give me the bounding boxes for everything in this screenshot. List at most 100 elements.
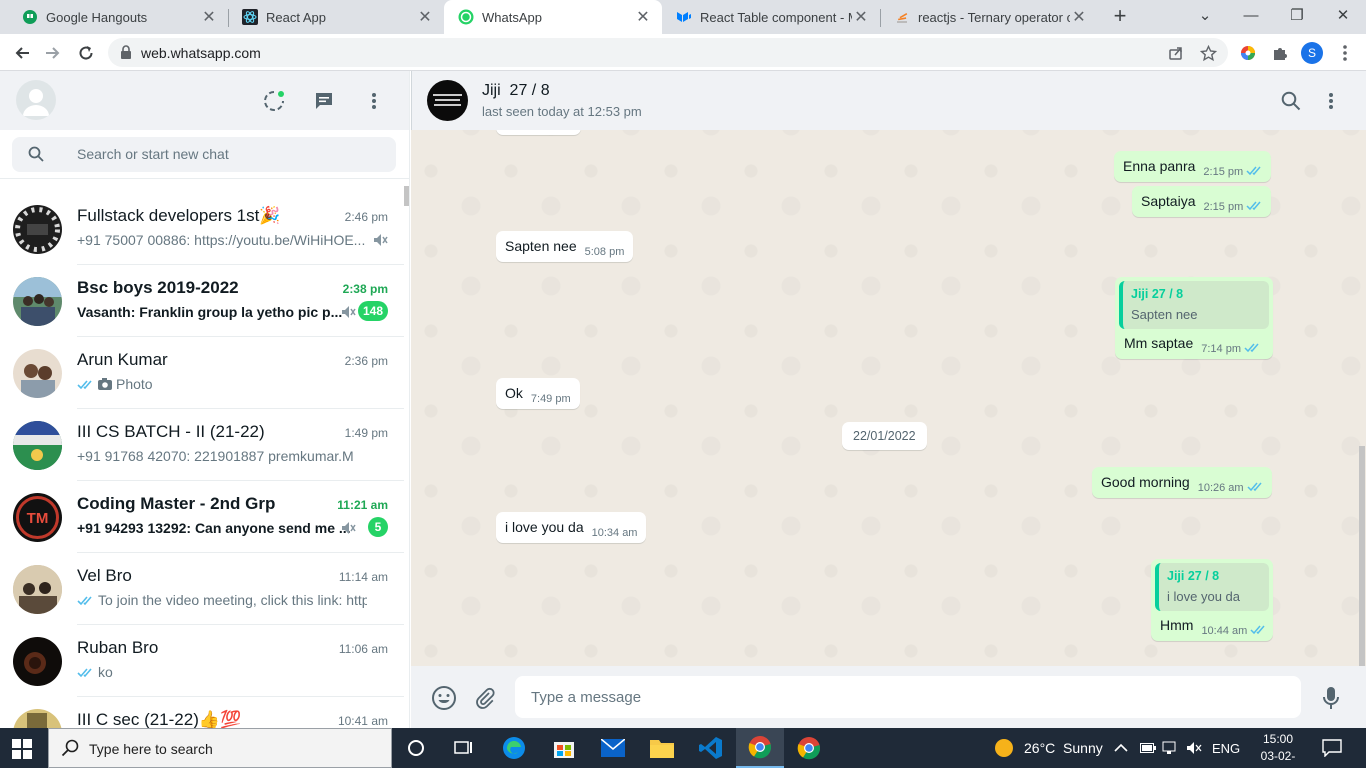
weather-widget[interactable]: 26°C Sunny — [994, 728, 1103, 768]
system-clock[interactable]: 15:00 03-02-2022 — [1250, 731, 1306, 782]
chat-item-fullstack-developers[interactable]: Fullstack developers 1st🎉 2:46 pm +91 75… — [0, 193, 404, 265]
my-profile-avatar[interactable] — [16, 80, 56, 120]
emoji-icon[interactable] — [430, 684, 458, 712]
message-bubble-incoming: i love you da 10:34 am — [496, 512, 647, 543]
network-icon[interactable] — [1162, 728, 1178, 768]
vscode-icon[interactable] — [687, 728, 735, 768]
search-placeholder: Search or start new chat — [77, 146, 229, 162]
microphone-icon[interactable] — [1317, 684, 1345, 712]
language-indicator[interactable]: ENG — [1212, 728, 1240, 768]
close-tab-icon[interactable]: ✕ — [852, 7, 870, 27]
close-tab-icon[interactable]: ✕ — [416, 7, 434, 27]
lock-icon[interactable] — [120, 45, 132, 64]
reload-button[interactable] — [73, 40, 99, 66]
tab-google-hangouts[interactable]: Google Hangouts ✕ — [8, 0, 228, 34]
search-icon[interactable] — [28, 146, 44, 167]
chat-time: 11:14 am — [338, 570, 388, 584]
profile-avatar[interactable]: S — [1301, 42, 1323, 64]
task-view-icon[interactable] — [440, 728, 488, 768]
chat-name: Vel Bro — [77, 566, 132, 585]
whatsapp-icon — [458, 9, 474, 25]
windows-start-icon[interactable] — [12, 739, 32, 764]
message-time: 10:26 am — [1197, 482, 1244, 494]
avatar — [13, 565, 62, 614]
chat-item-coding-master[interactable]: TM Coding Master - 2nd Grp 11:21 am +91 … — [0, 481, 404, 553]
chrome-profile-taskbar-icon[interactable] — [785, 728, 833, 768]
conversation-scrollbar[interactable] — [1359, 446, 1365, 666]
cortana-icon[interactable] — [392, 728, 440, 768]
close-tab-icon[interactable]: ✕ — [1070, 7, 1088, 27]
restore-button[interactable]: ❐ — [1274, 0, 1320, 34]
search-messages-icon[interactable] — [1278, 88, 1304, 114]
message-bubble-incoming: Sapten nee 5:08 pm — [496, 231, 634, 262]
chat-time: 2:46 pm — [344, 210, 388, 224]
chat-item-iii-cs-batch[interactable]: III CS BATCH - II (21-22) 1:49 pm +91 91… — [0, 409, 404, 481]
chrome-taskbar-icon[interactable] — [736, 728, 784, 768]
message-input[interactable]: Type a message — [515, 676, 1301, 718]
tab-react-table-mui[interactable]: React Table component - MUI ✕ — [662, 0, 880, 34]
chat-item-bsc-boys[interactable]: Bsc boys 2019-2022 2:38 pm Vasanth: Fran… — [0, 265, 404, 337]
chat-item-iii-c-sec[interactable]: III C sec (21-22)👍💯 10:41 am — [0, 697, 404, 728]
search-bar: Search or start new chat — [0, 130, 409, 179]
message-bubble-outgoing-reply: Jiji 27 / 8 Sapten nee Mm saptae 7:14 pm — [1115, 277, 1273, 359]
browser-tab-strip: Google Hangouts ✕ React App ✕ WhatsApp ✕… — [0, 0, 1366, 34]
quoted-message[interactable]: Jiji 27 / 8 i love you da — [1155, 563, 1269, 611]
search-icon — [61, 739, 79, 762]
share-icon[interactable] — [1165, 42, 1187, 64]
notifications-icon[interactable] — [1322, 728, 1342, 768]
close-window-button[interactable]: ✕ — [1320, 0, 1366, 34]
chat-item-vel-bro[interactable]: Vel Bro 11:14 am To join the video meeti… — [0, 553, 404, 625]
address-bar[interactable]: web.whatsapp.com — [108, 38, 1228, 67]
chrome-menu-icon[interactable] — [1334, 42, 1356, 64]
conversation-header[interactable]: Jiji 27 / 8 last seen today at 12:53 pm — [411, 71, 1366, 130]
conversation-menu-icon[interactable] — [1318, 88, 1344, 114]
contact-avatar[interactable] — [427, 80, 468, 121]
chat-item-ruban-bro[interactable]: Ruban Bro 11:06 am ko — [0, 625, 404, 697]
close-tab-icon[interactable]: ✕ — [634, 7, 652, 27]
message-text: Mm saptae — [1124, 335, 1194, 351]
tab-search-chevron-icon[interactable]: ⌄ — [1182, 0, 1228, 34]
tab-react-app[interactable]: React App ✕ — [228, 0, 444, 34]
read-ticks-icon — [77, 379, 95, 390]
close-tab-icon[interactable]: ✕ — [200, 7, 218, 27]
chat-item-arun-kumar[interactable]: Arun Kumar 2:36 pm Photo — [0, 337, 404, 409]
color-extension-icon[interactable] — [1237, 42, 1259, 64]
edge-icon[interactable] — [490, 728, 538, 768]
menu-icon[interactable] — [361, 88, 387, 114]
message-text: Saptaiya — [1141, 193, 1196, 209]
bookmark-star-icon[interactable] — [1197, 42, 1219, 64]
minimize-button[interactable]: — — [1228, 0, 1274, 34]
battery-icon[interactable] — [1140, 728, 1156, 768]
extensions-puzzle-icon[interactable] — [1269, 42, 1291, 64]
quoted-text: i love you da — [1167, 589, 1240, 604]
tab-stackoverflow[interactable]: reactjs - Ternary operator on ✕ — [880, 0, 1098, 34]
volume-muted-icon[interactable] — [1186, 728, 1202, 768]
unread-badge: 148 — [357, 301, 388, 321]
new-chat-icon[interactable] — [311, 88, 337, 114]
microsoft-store-icon[interactable] — [540, 728, 588, 768]
taskbar-search-box[interactable]: Type here to search — [48, 728, 392, 768]
new-tab-button[interactable]: + — [1108, 4, 1132, 30]
chat-preview-row: Photo — [77, 376, 367, 392]
forward-button[interactable] — [40, 40, 66, 66]
quoted-message[interactable]: Jiji 27 / 8 Sapten nee — [1119, 281, 1269, 329]
message-bubble-outgoing-reply: Jiji 27 / 8 i love you da Hmm 10:44 am — [1151, 559, 1273, 641]
avatar — [13, 205, 62, 254]
mail-icon[interactable] — [589, 728, 637, 768]
chat-list-scrollbar[interactable] — [404, 186, 409, 206]
back-button[interactable] — [9, 40, 35, 66]
status-icon[interactable] — [261, 88, 287, 114]
chat-preview: Vasanth: Franklin group la yetho pic p..… — [77, 304, 343, 320]
search-input[interactable]: Search or start new chat — [12, 137, 396, 172]
tab-whatsapp[interactable]: WhatsApp ✕ — [444, 0, 662, 34]
tab-title: reactjs - Ternary operator on — [918, 9, 1070, 25]
tab-title: WhatsApp — [482, 9, 542, 25]
show-hidden-icons-chevron-icon[interactable] — [1114, 728, 1128, 768]
attach-paperclip-icon[interactable] — [471, 684, 499, 712]
avatar — [13, 277, 62, 326]
back-arrow-icon — [15, 47, 29, 59]
file-explorer-icon[interactable] — [638, 728, 686, 768]
chat-time: 11:06 am — [338, 642, 388, 656]
chat-preview-row: ko — [77, 664, 367, 680]
tab-title: React App — [266, 9, 326, 25]
